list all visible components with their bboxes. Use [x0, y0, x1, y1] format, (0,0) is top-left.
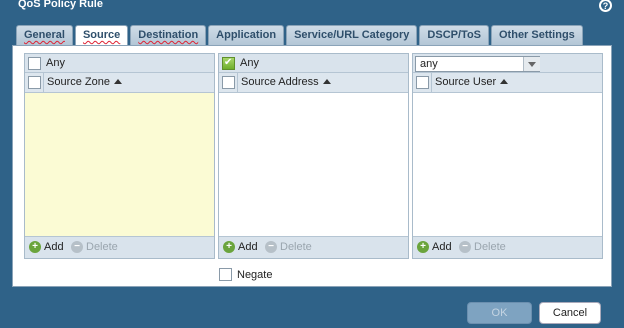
source-zone-column: Any Source Zone + Add − Delete [24, 53, 215, 259]
dialog-title: QoS Policy Rule [18, 0, 103, 10]
tab-bar: General Source Destination Application S… [16, 25, 585, 46]
source-address-add-button[interactable]: + Add [223, 241, 258, 253]
source-zone-footer: + Add − Delete [25, 236, 214, 258]
source-address-select-all-checkbox[interactable] [222, 76, 235, 89]
source-user-add-button[interactable]: + Add [417, 241, 452, 253]
source-address-delete-button[interactable]: − Delete [265, 241, 312, 253]
source-user-footer: + Add − Delete [413, 236, 602, 258]
source-address-any-label: Any [240, 57, 259, 69]
source-tab-panel: Any Source Zone +Add −Delete Any [12, 45, 612, 287]
add-icon: + [417, 241, 429, 253]
source-address-any-row: Any [219, 54, 408, 73]
source-zone-any-checkbox[interactable] [28, 57, 41, 70]
source-address-list [219, 93, 408, 238]
dialog-titlebar: QoS Policy Rule ? [0, 0, 624, 20]
source-user-list [413, 93, 602, 238]
source-user-select-all-checkbox[interactable] [416, 76, 429, 89]
tab-service-url-category[interactable]: Service/URL Category [286, 25, 418, 45]
source-user-column-header[interactable]: Source User [435, 76, 509, 88]
column-divider [43, 73, 44, 92]
source-user-delete-button[interactable]: − Delete [459, 241, 506, 253]
tab-general[interactable]: General [16, 25, 73, 45]
source-zone-any-row: Any [25, 54, 214, 73]
delete-icon: − [265, 241, 277, 253]
add-icon: + [223, 241, 235, 253]
tab-application[interactable]: Application [208, 25, 285, 45]
source-address-column-header[interactable]: Source Address [241, 76, 331, 88]
column-divider [431, 73, 432, 92]
cancel-button[interactable]: Cancel [539, 302, 601, 324]
sort-ascending-icon [113, 79, 122, 84]
negate-label: Negate [237, 268, 273, 281]
source-zone-delete-button[interactable]: − Delete [71, 241, 118, 253]
delete-icon: − [71, 241, 83, 253]
source-zone-select-all-checkbox[interactable] [28, 76, 41, 89]
source-zone-list [25, 93, 214, 238]
tab-source[interactable]: Source [74, 25, 129, 46]
source-user-header-row: Source User [413, 73, 602, 93]
ok-button[interactable]: OK [467, 302, 532, 324]
source-user-dropdown-value: any [420, 58, 438, 70]
sort-ascending-icon [322, 79, 331, 84]
source-address-column: Any Source Address +Add −Delete [218, 53, 409, 259]
help-icon[interactable]: ? [599, 0, 612, 12]
source-user-column: any Source User + Add − Delete [412, 53, 603, 259]
source-zone-any-label: Any [46, 57, 65, 69]
tab-other-settings[interactable]: Other Settings [491, 25, 583, 45]
source-zone-column-header[interactable]: Source Zone [47, 76, 122, 88]
source-zone-header-row: Source Zone [25, 73, 214, 93]
tab-destination[interactable]: Destination [130, 25, 207, 45]
chevron-down-icon[interactable] [523, 57, 540, 71]
qos-policy-rule-dialog: QoS Policy Rule ? General Source Destina… [0, 0, 624, 328]
source-address-any-checkbox[interactable] [222, 57, 235, 70]
tab-dscp-tos[interactable]: DSCP/ToS [419, 25, 489, 45]
column-divider [237, 73, 238, 92]
source-address-negate[interactable]: Negate [219, 268, 272, 281]
sort-ascending-icon [500, 79, 509, 84]
add-icon: + [29, 241, 41, 253]
source-user-select-row: any [413, 54, 602, 73]
delete-icon: − [459, 241, 471, 253]
source-address-header-row: Source Address [219, 73, 408, 93]
source-zone-add-button[interactable]: + Add [29, 241, 64, 253]
negate-checkbox[interactable] [219, 268, 232, 281]
source-address-footer: + Add − Delete [219, 236, 408, 258]
source-user-dropdown[interactable]: any [415, 56, 540, 72]
